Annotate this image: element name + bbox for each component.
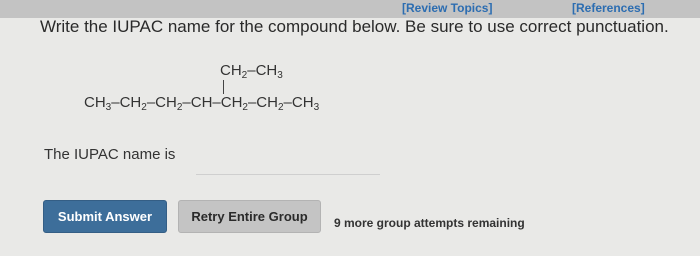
branch-text: –CH [247, 62, 278, 79]
retry-group-button[interactable]: Retry Entire Group [178, 200, 321, 233]
references-link[interactable]: [References] [572, 1, 645, 15]
answer-label: The IUPAC name is [44, 146, 176, 163]
ethyl-branch: CH2–CH3 [220, 62, 283, 81]
branch-text: CH [220, 62, 242, 79]
chain-text: –CH [111, 94, 142, 111]
review-topics-link[interactable]: [Review Topics] [402, 1, 492, 15]
chain-text: –CH [283, 94, 314, 111]
branch-bond [223, 80, 224, 94]
chain-text: CH [84, 94, 106, 111]
chain-text: –CH–CH [182, 94, 243, 111]
chain-text: –CH [247, 94, 278, 111]
main-chain: CH3–CH2–CH2–CH–CH2–CH2–CH3 [84, 94, 319, 113]
submit-answer-button[interactable]: Submit Answer [43, 200, 167, 233]
question-prompt: Write the IUPAC name for the compound be… [40, 17, 669, 36]
chain-text: –CH [146, 94, 177, 111]
iupac-name-input[interactable] [196, 146, 380, 175]
branch-subscript: 3 [277, 70, 283, 81]
attempts-remaining-text: 9 more group attempts remaining [334, 216, 525, 230]
chain-subscript: 3 [313, 102, 320, 113]
